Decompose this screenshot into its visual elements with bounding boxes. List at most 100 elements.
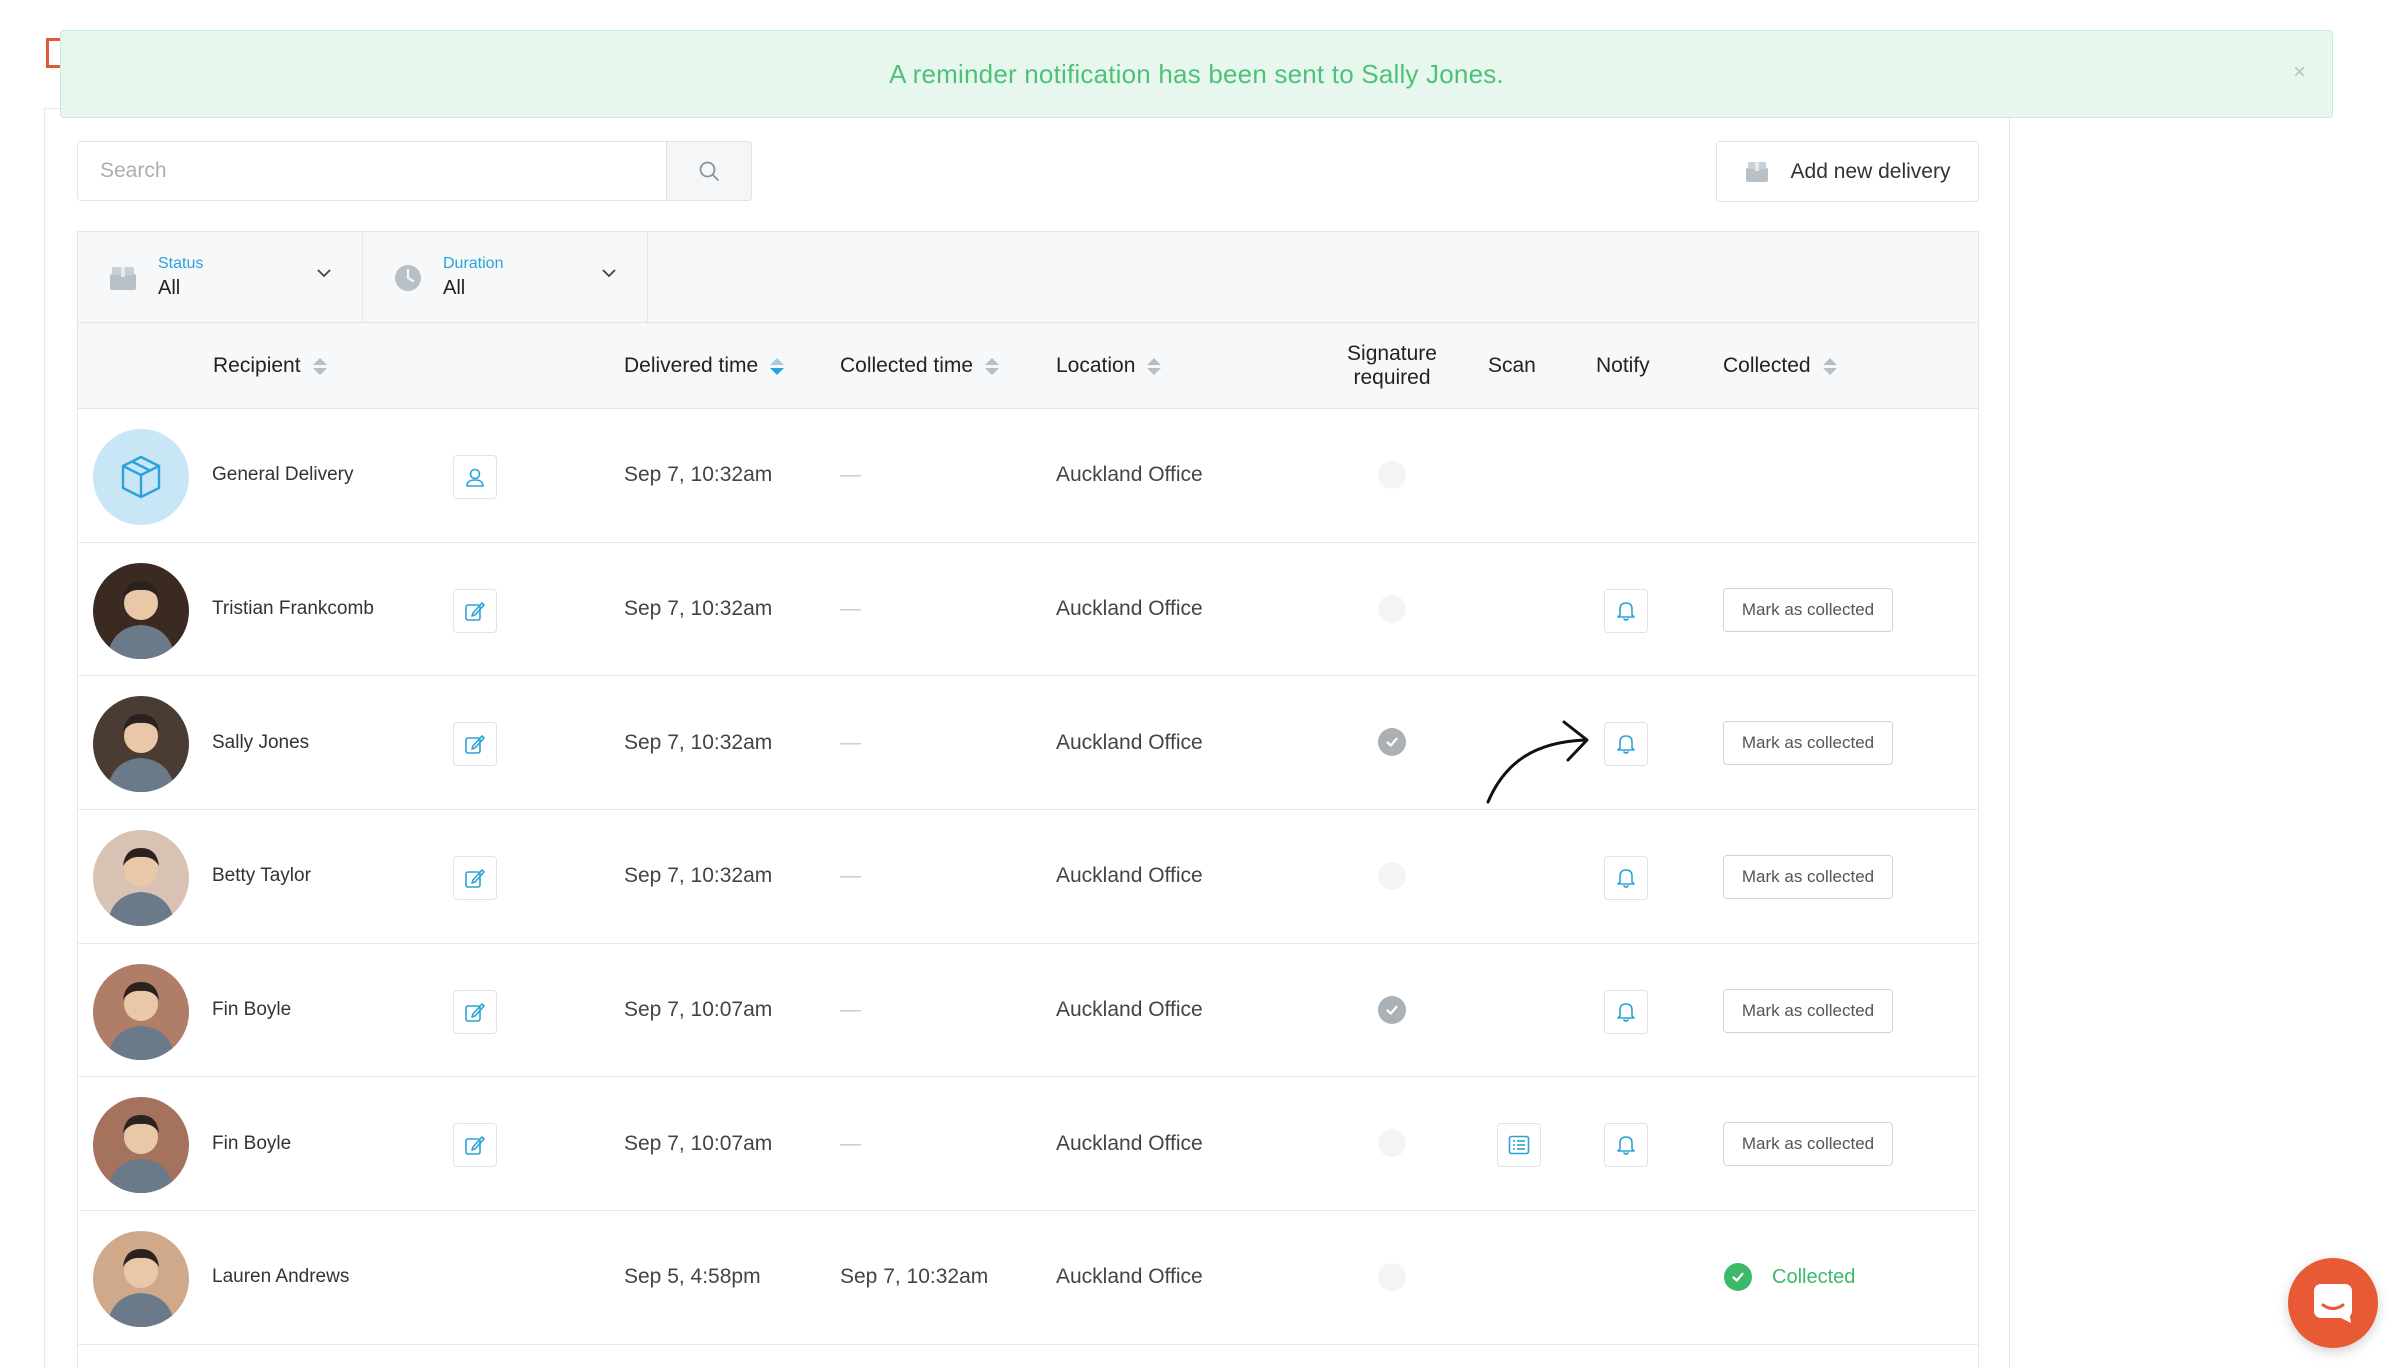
delivered-time: Sep 7, 10:32am: [624, 597, 773, 621]
status-filter-label: Status: [158, 255, 204, 272]
chat-launcher-button[interactable]: [2288, 1258, 2378, 1348]
duration-filter-label: Duration: [443, 255, 504, 272]
sort-icon: [312, 357, 327, 375]
column-notify: Notify: [1596, 323, 1650, 409]
notify-button[interactable]: [1604, 722, 1648, 767]
chevron-down-icon: [602, 269, 616, 278]
avatar: [93, 562, 189, 659]
location: Auckland Office: [1056, 597, 1203, 621]
assign-recipient-button[interactable]: [453, 455, 497, 499]
chat-icon: [2314, 1284, 2352, 1323]
search-button[interactable]: [666, 141, 752, 201]
delivered-time: Sep 7, 10:07am: [624, 1131, 773, 1155]
location: Auckland Office: [1056, 1265, 1203, 1289]
add-new-delivery-button[interactable]: Add new delivery: [1716, 141, 1979, 202]
bell-icon: [1616, 733, 1636, 755]
collected-time: —: [840, 463, 861, 487]
notify-button[interactable]: [1604, 856, 1648, 901]
user-icon: [464, 466, 486, 488]
delivered-time: Sep 7, 10:32am: [624, 463, 773, 487]
collected-time: —: [840, 597, 861, 621]
table-row: Betty Taylor Sep 7, 10:32am — Auckland Offi…: [78, 810, 1978, 944]
sort-icon: [1147, 357, 1162, 375]
mark-as-collected-button[interactable]: Mark as collected: [1723, 855, 1893, 900]
collected-status: Collected: [1724, 1211, 1855, 1344]
clock-icon: [393, 264, 423, 292]
package-icon: [1745, 161, 1768, 182]
collected-time: —: [840, 998, 861, 1022]
duration-filter[interactable]: Duration All: [363, 232, 648, 323]
collected-time: —: [840, 1131, 861, 1155]
column-recipient[interactable]: Recipient: [213, 323, 327, 409]
recipient-name: Fin Boyle: [212, 999, 292, 1021]
recipient-name: Betty Taylor: [212, 865, 311, 887]
status-filter[interactable]: Status All: [78, 232, 363, 323]
edit-recipient-button[interactable]: [453, 588, 497, 633]
edit-icon: [464, 733, 486, 755]
signature-not-required-icon: [1378, 594, 1406, 623]
column-signature-label-line2: required: [1353, 366, 1431, 389]
bell-icon: [1616, 867, 1636, 889]
table-row: Lauren Andrews Sep 5, 4:58pm Sep 7, 10:32a…: [78, 1211, 1978, 1345]
column-collected-time-label: Collected time: [840, 354, 974, 377]
location: Auckland Office: [1056, 730, 1203, 754]
notify-button[interactable]: [1604, 588, 1648, 633]
edit-recipient-button[interactable]: [453, 1123, 497, 1168]
column-collected-time[interactable]: Collected time: [840, 323, 1000, 409]
mark-as-collected-button[interactable]: Mark as collected: [1723, 721, 1893, 766]
edit-recipient-button[interactable]: [453, 856, 497, 901]
column-delivered-label: Delivered time: [624, 354, 759, 377]
signature-required-check-icon: [1378, 995, 1406, 1024]
table-header: Recipient Delivered time Collected time …: [78, 323, 1978, 409]
mark-as-collected-button[interactable]: Mark as collected: [1723, 1122, 1893, 1167]
search-input[interactable]: [77, 141, 666, 201]
signature-not-required-icon: [1378, 862, 1406, 891]
scan-button[interactable]: [1497, 1123, 1541, 1168]
avatar: [93, 1231, 189, 1328]
reminder-toast: A reminder notification has been sent to…: [60, 30, 2333, 118]
edit-icon: [464, 867, 486, 889]
table-row: Fin Boyle Sep 7, 10:07am — Auckland Office M…: [78, 944, 1978, 1078]
column-location[interactable]: Location: [1056, 323, 1162, 409]
edit-recipient-button[interactable]: [453, 722, 497, 767]
signature-required-check-icon: [1378, 728, 1406, 757]
table-row: Sally Jones Sep 7, 10:32am — Auckland Offic…: [78, 676, 1978, 811]
delivered-time: Sep 7, 10:32am: [624, 730, 773, 754]
column-scan-label: Scan: [1488, 354, 1536, 377]
column-location-label: Location: [1056, 354, 1136, 377]
toast-message: A reminder notification has been sent to…: [889, 58, 1504, 89]
notify-button[interactable]: [1604, 989, 1648, 1034]
edit-icon: [464, 1134, 486, 1156]
column-notify-label: Notify: [1596, 354, 1650, 377]
edit-icon: [464, 600, 486, 622]
recipient-name: General Delivery: [212, 464, 354, 486]
delivered-time: Sep 7, 10:07am: [624, 998, 773, 1022]
table-body: General Delivery Sep 7, 10:32am — Auckland …: [78, 409, 1978, 1345]
collected-check-icon: [1724, 1263, 1752, 1292]
mark-as-collected-button[interactable]: Mark as collected: [1723, 988, 1893, 1033]
filter-bar: Status All Duration All: [78, 232, 1978, 323]
column-delivered-time[interactable]: Delivered time: [624, 323, 785, 409]
deliveries-table: Status All Duration All Recipient Delive…: [77, 231, 1979, 1368]
avatar: [93, 696, 189, 793]
add-new-delivery-label: Add new delivery: [1790, 159, 1951, 183]
column-collected[interactable]: Collected: [1723, 323, 1837, 409]
location: Auckland Office: [1056, 463, 1203, 487]
delivered-time: Sep 7, 10:32am: [624, 864, 773, 888]
sort-active-icon: [770, 357, 785, 375]
toast-close-icon[interactable]: ×: [2293, 61, 2306, 83]
column-scan: Scan: [1488, 323, 1536, 409]
sort-icon: [1822, 357, 1837, 375]
location: Auckland Office: [1056, 1131, 1203, 1155]
delivered-time: Sep 5, 4:58pm: [624, 1265, 761, 1289]
mark-as-collected-button[interactable]: Mark as collected: [1723, 587, 1893, 632]
sort-icon: [985, 357, 1000, 375]
status-filter-value: All: [158, 277, 181, 299]
edit-recipient-button[interactable]: [453, 989, 497, 1034]
notify-button[interactable]: [1604, 1123, 1648, 1168]
chevron-down-icon: [317, 269, 331, 278]
collected-label: Collected: [1772, 1265, 1856, 1288]
scan-list-icon: [1508, 1135, 1530, 1155]
avatar: [93, 963, 189, 1060]
bell-icon: [1616, 1001, 1636, 1023]
